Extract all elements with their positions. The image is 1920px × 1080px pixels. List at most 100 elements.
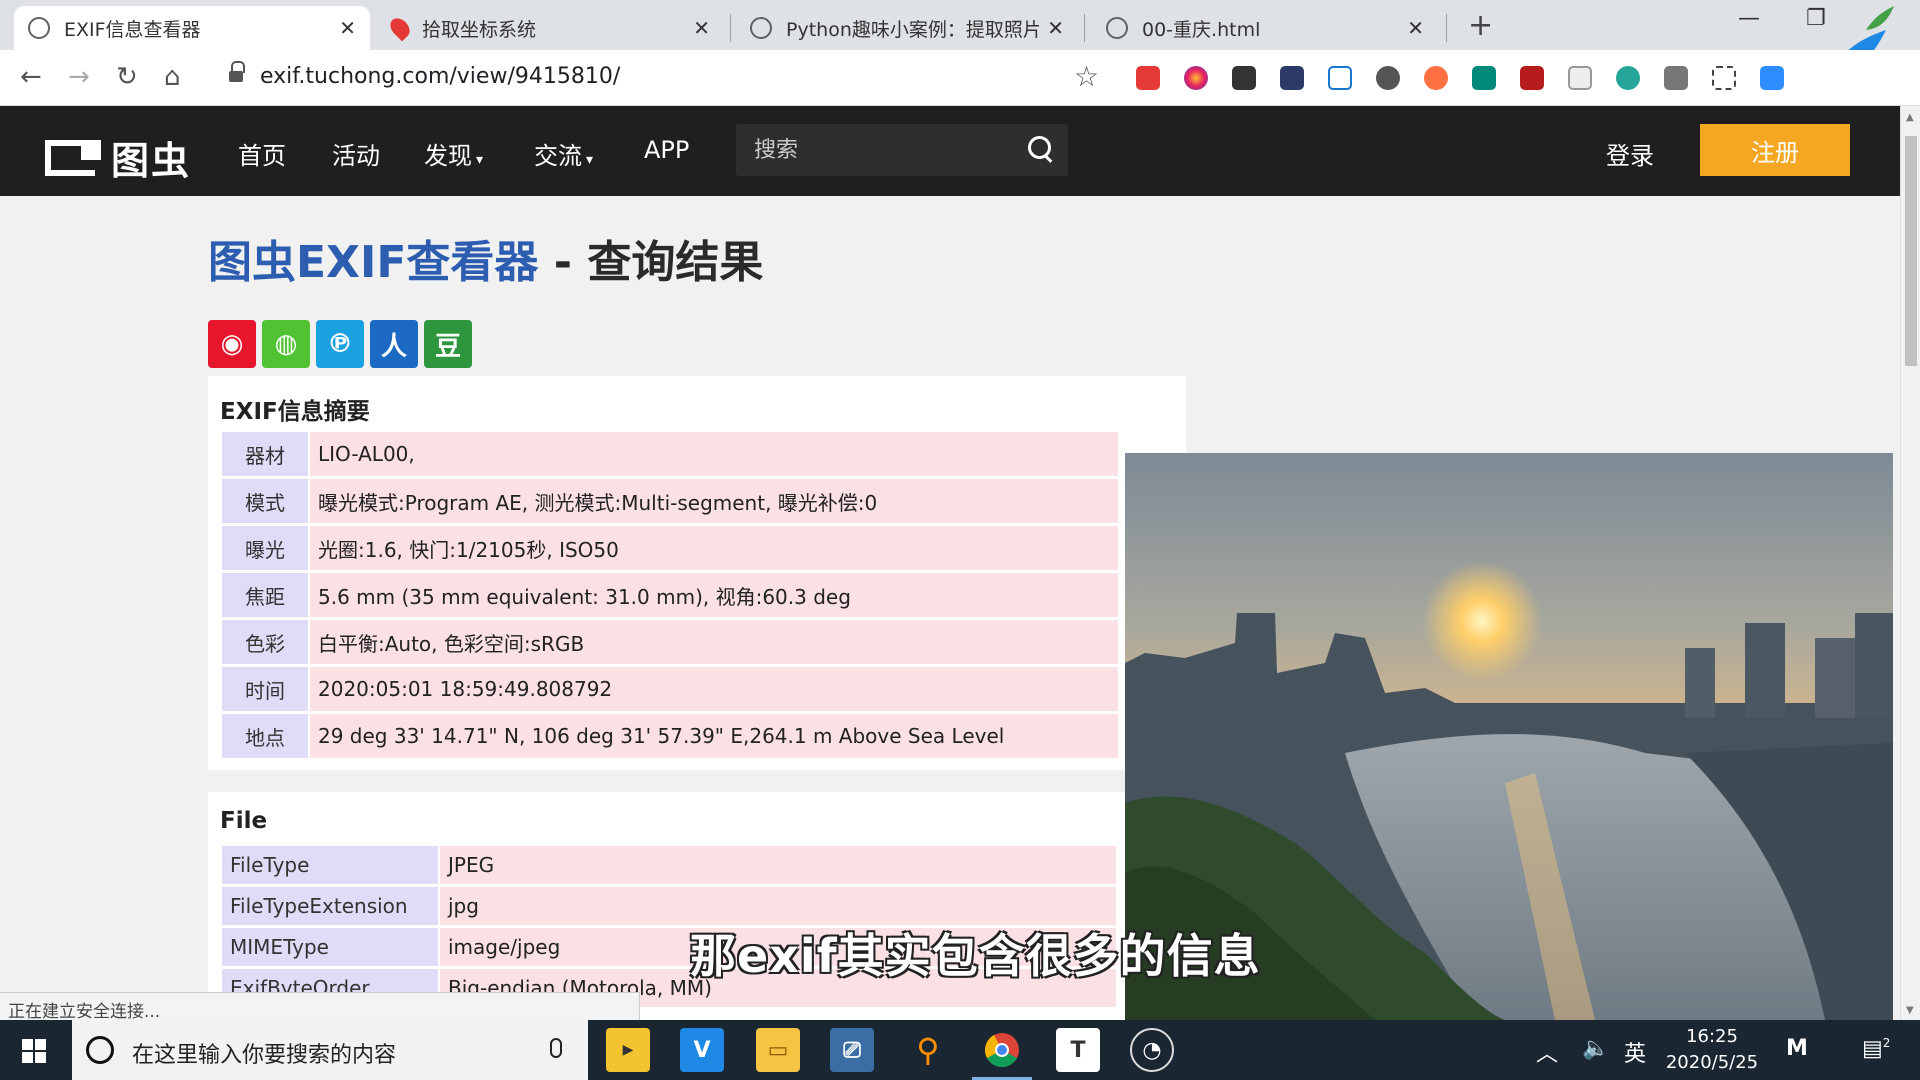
table-row: 曝光 光圈:1.6, 快门:1/2105秒, ISO50: [222, 526, 1118, 570]
scroll-up-icon[interactable]: ▲: [1906, 112, 1914, 123]
tab-exif-viewer[interactable]: EXIF信息查看器 ✕: [14, 6, 370, 50]
table-row: 器材 LIO-AL00,: [222, 432, 1118, 476]
search-input[interactable]: [754, 134, 1014, 166]
microphone-icon[interactable]: [550, 1038, 562, 1058]
extension-icon[interactable]: [1232, 66, 1256, 90]
notification-icon[interactable]: ▤2: [1862, 1036, 1890, 1061]
site-search: [736, 124, 1068, 176]
globe-icon: [1106, 17, 1128, 39]
tab-python-article[interactable]: Python趣味小案例：提取照片EXIF ✕: [736, 6, 1078, 50]
page-title: 图虫EXIF查看器 - 查询结果: [208, 237, 764, 288]
extension-icon[interactable]: [1760, 66, 1784, 90]
extension-icon[interactable]: [1328, 66, 1352, 90]
nav-events[interactable]: 活动: [332, 136, 380, 171]
new-tab-button[interactable]: +: [1468, 8, 1493, 43]
globe-icon: [28, 17, 50, 39]
potplayer-icon[interactable]: ▶: [606, 1028, 650, 1072]
tab-separator: [730, 14, 731, 42]
extension-icon[interactable]: [1616, 66, 1640, 90]
table-row: FileType JPEG: [222, 846, 1116, 884]
register-button[interactable]: 注册: [1700, 124, 1850, 176]
tab-title: 00-重庆.html: [1142, 18, 1261, 41]
extension-icon[interactable]: [1184, 66, 1208, 90]
lock-icon[interactable]: [229, 61, 245, 84]
remote-desktop-icon[interactable]: ⎚: [830, 1028, 874, 1072]
browser-toolbar: ← → ↻ ⌂ exif.tuchong.com/view/9415810/ ☆: [0, 50, 1920, 106]
tab-title: 拾取坐标系统: [422, 18, 537, 41]
tab-coordinate-picker[interactable]: 拾取坐标系统 ✕: [378, 6, 724, 50]
map-pin-icon: [386, 14, 414, 42]
address-bar-url[interactable]: exif.tuchong.com/view/9415810/: [260, 64, 620, 89]
extension-icon[interactable]: [1664, 66, 1688, 90]
vs-code-icon[interactable]: V: [680, 1028, 724, 1072]
login-link[interactable]: 登录: [1606, 136, 1654, 171]
mail-icon[interactable]: M: [1786, 1036, 1808, 1061]
nav-discover[interactable]: 发现 ▾: [424, 136, 483, 171]
browser-status-text: 正在建立安全连接...: [0, 992, 640, 1022]
scrollbar-thumb[interactable]: [1905, 136, 1917, 366]
windows-start-icon[interactable]: [22, 1039, 46, 1063]
home-button[interactable]: ⌂: [164, 62, 181, 92]
site-logo[interactable]: 图虫: [45, 130, 191, 185]
windows-taskbar: 在这里输入你要搜索的内容 ▶ V ▭ ⎚ ⚲ T ◔ ︿ 🔈 英 16:25 2…: [0, 1020, 1920, 1080]
tab-title: Python趣味小案例：提取照片EXIF: [786, 18, 1040, 41]
notification-count: 2: [1882, 1036, 1891, 1050]
close-icon[interactable]: ✕: [339, 16, 356, 40]
table-row: 地点 29 deg 33' 14.71" N, 106 deg 31' 57.3…: [222, 714, 1118, 758]
volume-icon[interactable]: 🔈: [1582, 1036, 1609, 1061]
tab-title: EXIF信息查看器: [64, 18, 201, 41]
video-subtitle: 那exif其实包含很多的信息: [690, 929, 1261, 983]
extension-icon[interactable]: [1520, 66, 1544, 90]
page-title-brand-link[interactable]: 图虫EXIF查看器: [208, 237, 538, 288]
extension-icon[interactable]: [1712, 66, 1736, 90]
table-row: 模式 曝光模式:Program AE, 测光模式:Multi-segment, …: [222, 479, 1118, 523]
extension-icon[interactable]: [1424, 66, 1448, 90]
search-tool-icon[interactable]: ⚲: [906, 1028, 950, 1072]
tray-overflow-icon[interactable]: ︿: [1536, 1036, 1558, 1068]
close-icon[interactable]: ✕: [693, 16, 710, 40]
extension-icon[interactable]: [1376, 66, 1400, 90]
extension-icon[interactable]: [1280, 66, 1304, 90]
tab-separator: [1084, 14, 1085, 42]
nav-home[interactable]: 首页: [238, 136, 286, 171]
globe-icon: [750, 17, 772, 39]
exif-summary-panel: EXIF信息摘要 器材 LIO-AL00, 模式 曝光模式:Program AE…: [208, 376, 1186, 770]
minimize-button[interactable]: —: [1738, 6, 1760, 31]
file-explorer-icon[interactable]: ▭: [756, 1028, 800, 1072]
forward-button[interactable]: →: [68, 62, 90, 92]
qzone-icon[interactable]: ℗: [316, 320, 364, 368]
douban-icon[interactable]: 豆: [424, 320, 472, 368]
cortana-icon: [86, 1036, 114, 1064]
caret-down-icon: ▾: [586, 152, 594, 168]
renren-icon[interactable]: 人: [370, 320, 418, 368]
close-icon[interactable]: ✕: [1047, 16, 1064, 40]
logo-mark-icon: [45, 139, 101, 176]
obs-icon[interactable]: ◔: [1130, 1028, 1174, 1072]
search-icon[interactable]: [1028, 136, 1054, 162]
ime-indicator[interactable]: 英: [1624, 1036, 1646, 1068]
tab-chongqing-html[interactable]: 00-重庆.html ✕: [1092, 6, 1438, 50]
taskbar-clock[interactable]: 16:25 2020/5/25: [1664, 1024, 1760, 1076]
table-row: 时间 2020:05:01 18:59:49.808792: [222, 667, 1118, 711]
bookmark-star-icon[interactable]: ☆: [1074, 60, 1099, 93]
reload-button[interactable]: ↻: [116, 62, 138, 92]
taskbar-search-placeholder: 在这里输入你要搜索的内容: [132, 1043, 397, 1068]
back-button[interactable]: ←: [20, 62, 42, 92]
table-row: 焦距 5.6 mm (35 mm equivalent: 31.0 mm), 视…: [222, 573, 1118, 617]
extension-icon[interactable]: [1472, 66, 1496, 90]
chrome-icon[interactable]: [972, 1028, 1032, 1080]
file-heading: File: [220, 808, 268, 834]
typora-icon[interactable]: T: [1056, 1028, 1100, 1072]
nav-community[interactable]: 交流 ▾: [534, 136, 593, 171]
nav-app[interactable]: APP: [644, 136, 689, 164]
scroll-down-icon[interactable]: ▼: [1906, 1005, 1914, 1016]
wechat-icon[interactable]: ◍: [262, 320, 310, 368]
close-icon[interactable]: ✕: [1407, 16, 1424, 40]
caret-down-icon: ▾: [476, 152, 484, 168]
table-row: 色彩 白平衡:Auto, 色彩空间:sRGB: [222, 620, 1118, 664]
page-scrollbar[interactable]: ▲ ▼: [1900, 106, 1920, 1020]
extension-icon[interactable]: [1568, 66, 1592, 90]
weibo-icon[interactable]: ◉: [208, 320, 256, 368]
extension-icon[interactable]: [1136, 66, 1160, 90]
taskbar-search[interactable]: 在这里输入你要搜索的内容: [72, 1020, 588, 1080]
